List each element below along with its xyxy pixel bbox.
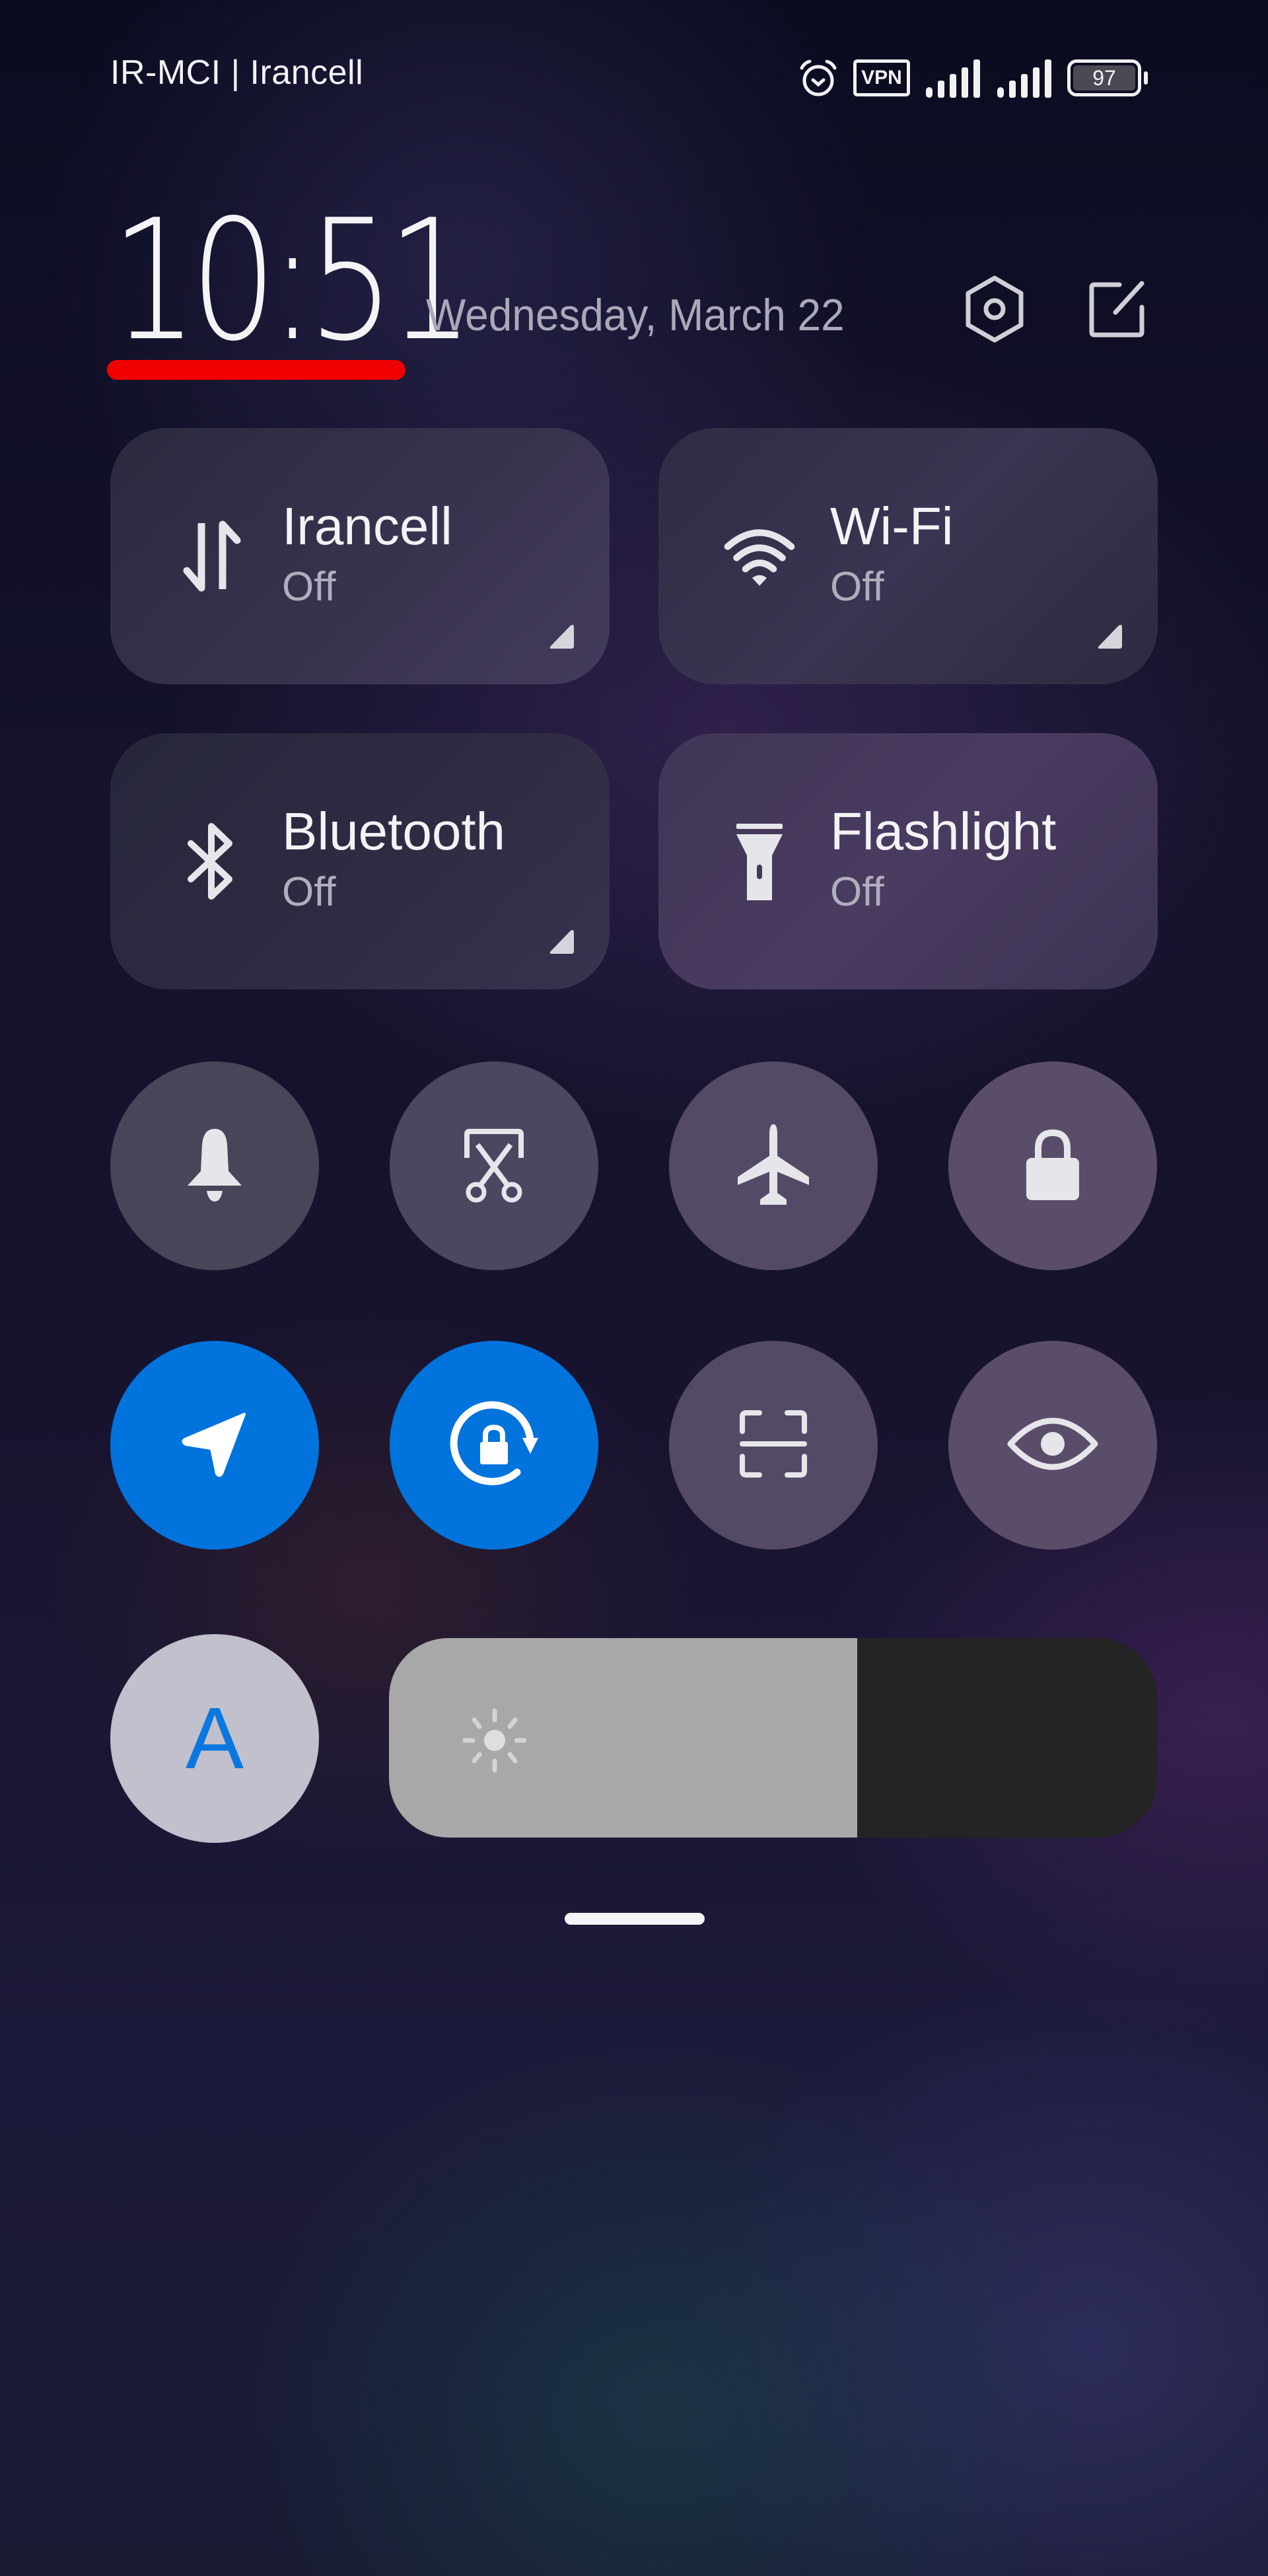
auto-brightness-label: A [185, 1690, 244, 1787]
brightness-slider[interactable] [389, 1638, 1157, 1838]
toggle-location[interactable] [110, 1341, 319, 1550]
toggle-rotation-lock[interactable] [390, 1341, 598, 1550]
expand-corner-icon[interactable] [547, 622, 575, 650]
signal-sim2-icon [996, 58, 1053, 98]
brightness-sun-icon [462, 1708, 527, 1773]
flashlight-icon [723, 815, 796, 908]
date-label: Wednesday, March 22 [426, 290, 845, 340]
tile-title: Bluetooth [282, 802, 506, 861]
toggle-lock-screen[interactable] [948, 1061, 1157, 1270]
bell-icon [178, 1125, 251, 1207]
eye-icon [1006, 1411, 1099, 1480]
location-arrow-icon [178, 1408, 251, 1483]
vpn-label: VPN [861, 67, 902, 89]
expand-corner-icon[interactable] [547, 927, 575, 955]
panel-drag-handle[interactable] [565, 1913, 705, 1925]
wifi-icon [723, 510, 796, 602]
alarm-icon [798, 57, 839, 98]
tile-bluetooth[interactable]: Bluetooth Off [110, 733, 610, 989]
edit-icon [1088, 279, 1147, 341]
tile-title: Wi-Fi [830, 497, 954, 556]
settings-button[interactable] [958, 274, 1031, 347]
vpn-icon: VPN [853, 59, 910, 96]
battery-icon: 97 [1067, 59, 1148, 96]
settings-icon [963, 275, 1026, 346]
tile-status: Off [830, 869, 884, 915]
tile-mobile-data[interactable]: Irancell Off [110, 428, 610, 684]
lock-icon [1020, 1125, 1086, 1207]
bluetooth-icon [175, 815, 248, 908]
toggle-ring[interactable] [110, 1061, 319, 1270]
clock-highlight-underline [107, 360, 405, 380]
tile-flashlight[interactable]: Flashlight Off [658, 733, 1158, 989]
toggle-airplane-mode[interactable] [669, 1061, 878, 1270]
edit-button[interactable] [1081, 274, 1154, 347]
tile-status: Off [830, 564, 884, 610]
toggle-scanner[interactable] [669, 1341, 878, 1550]
clock-time: 10:51 [111, 184, 474, 378]
carrier-label: IR-MCI | Irancell [110, 54, 364, 92]
tile-status: Off [282, 564, 336, 610]
tile-title: Irancell [282, 497, 452, 556]
status-icons: VPN 97 [798, 58, 1148, 98]
toggle-screenshot[interactable] [390, 1061, 598, 1270]
mobile-data-icon [175, 510, 248, 602]
battery-level: 97 [1073, 65, 1135, 90]
tile-status: Off [282, 869, 336, 915]
scan-icon [737, 1408, 810, 1483]
airplane-icon [734, 1122, 813, 1210]
signal-sim1-icon [925, 58, 981, 98]
expand-corner-icon[interactable] [1096, 622, 1123, 650]
toggle-reading-mode[interactable] [948, 1341, 1157, 1550]
scissors-icon [458, 1125, 530, 1207]
rotation-lock-icon [444, 1394, 544, 1496]
tile-wifi[interactable]: Wi-Fi Off [658, 428, 1158, 684]
auto-brightness-button[interactable]: A [110, 1634, 319, 1843]
tile-title: Flashlight [830, 802, 1057, 861]
